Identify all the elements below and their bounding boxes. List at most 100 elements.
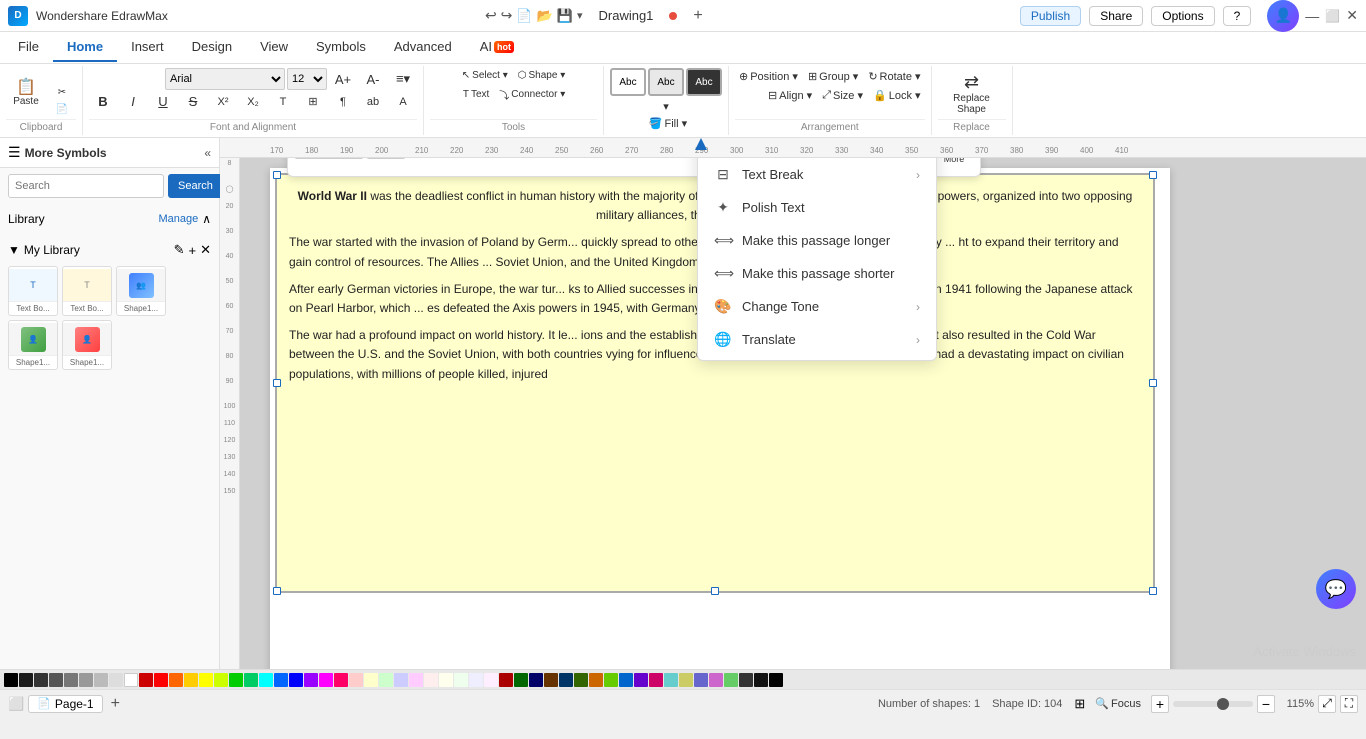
- page-tab-1[interactable]: 📄 Page-1: [28, 695, 102, 713]
- color-swatch-dark3[interactable]: [49, 673, 63, 687]
- color-swatch-teal2[interactable]: [559, 673, 573, 687]
- menu-item-tone[interactable]: 🎨 Change Tone ›: [698, 290, 936, 323]
- zoom-out-btn[interactable]: −: [1257, 695, 1275, 713]
- ft-text-layout[interactable]: ≡: [460, 158, 484, 159]
- ft-more-btn[interactable]: ⋯ More: [934, 158, 974, 172]
- ft-size-select[interactable]: 12: [366, 158, 406, 159]
- fill-btn[interactable]: 🪣 Fill ▾: [634, 115, 701, 132]
- tab-insert[interactable]: Insert: [117, 33, 178, 62]
- focus-btn[interactable]: 🔍 Focus: [1089, 697, 1147, 710]
- color-swatch-green[interactable]: [229, 673, 243, 687]
- ft-font-select[interactable]: Arial: [294, 158, 364, 159]
- new-button[interactable]: 📄: [516, 8, 532, 24]
- search-button[interactable]: Search: [168, 174, 223, 198]
- more-save-button[interactable]: ▾: [577, 9, 583, 22]
- color-swatch-dark1[interactable]: [19, 673, 33, 687]
- color-swatch-gray4[interactable]: [109, 673, 123, 687]
- open-button[interactable]: 📂: [537, 8, 553, 24]
- group-btn[interactable]: ⊞ Group ▾: [804, 68, 862, 85]
- color-swatch-orange2[interactable]: [184, 673, 198, 687]
- menu-item-polish[interactable]: ✦ Polish Text: [698, 191, 936, 224]
- color-swatch-crimson[interactable]: [649, 673, 663, 687]
- help-button[interactable]: ?: [1223, 6, 1252, 26]
- ft-strikethrough[interactable]: S: [571, 158, 595, 159]
- library-header[interactable]: Library Manage ∧: [8, 208, 211, 230]
- para-btn[interactable]: ¶: [329, 94, 357, 110]
- align-btn[interactable]: ≡▾: [389, 69, 417, 89]
- shape-button[interactable]: ⬡ Shape ▾: [514, 68, 569, 83]
- color-swatch-sky[interactable]: [619, 673, 633, 687]
- thumbnail-textbox2[interactable]: T Text Bo...: [62, 266, 112, 316]
- color-swatch-red1[interactable]: [139, 673, 153, 687]
- color-swatch-yellow-pale[interactable]: [439, 673, 453, 687]
- color-swatch-white[interactable]: [124, 673, 138, 687]
- color-swatch-dark5[interactable]: [754, 673, 768, 687]
- bold-btn[interactable]: B: [89, 92, 117, 111]
- color-swatch-purple2[interactable]: [319, 673, 333, 687]
- color-swatch-darkblue[interactable]: [529, 673, 543, 687]
- ai-chat-button[interactable]: 💬: [1316, 569, 1356, 609]
- maximize-button[interactable]: ⬜: [1325, 9, 1340, 23]
- color-swatch-dark4[interactable]: [739, 673, 753, 687]
- color-swatch-mauve[interactable]: [709, 673, 723, 687]
- canvas-icon-btn[interactable]: ⬜: [8, 696, 24, 712]
- subscript-btn[interactable]: X₂: [239, 94, 267, 110]
- ft-increase-font[interactable]: A+: [408, 158, 432, 159]
- ft-italic[interactable]: I: [519, 158, 543, 159]
- font-name-select[interactable]: Arial: [165, 68, 285, 90]
- handle-tl[interactable]: [273, 171, 281, 179]
- ft-list[interactable]: ⊟: [597, 158, 621, 159]
- tab-file[interactable]: File: [4, 33, 53, 62]
- handle-br[interactable]: [1149, 587, 1157, 595]
- color-swatch-teal1[interactable]: [244, 673, 258, 687]
- color-swatch-blue2[interactable]: [289, 673, 303, 687]
- replace-shape-button[interactable]: ⇄ Replace Shape: [938, 69, 1006, 117]
- increase-font-btn[interactable]: A+: [329, 70, 357, 89]
- fullscreen-btn[interactable]: ⛶: [1340, 695, 1358, 713]
- mylibrary-header[interactable]: ▼ My Library ✎ + ✕: [8, 238, 211, 262]
- color-swatch-gray1[interactable]: [64, 673, 78, 687]
- minimize-button[interactable]: —: [1305, 8, 1319, 24]
- tab-advanced[interactable]: Advanced: [380, 33, 466, 62]
- select-button[interactable]: ↖ Select ▾: [458, 68, 512, 83]
- ft-underline[interactable]: U: [545, 158, 569, 159]
- thumbnail-shape2[interactable]: 👤 Shape1...: [8, 320, 58, 370]
- menu-item-translate[interactable]: 🌐 Translate ›: [698, 323, 936, 356]
- position-btn[interactable]: ⊕ Position ▾: [735, 68, 802, 85]
- canvas-page[interactable]: World War II was the deadliest conflict …: [270, 168, 1170, 669]
- color-swatch-black[interactable]: [4, 673, 18, 687]
- color-swatch-yellow[interactable]: [199, 673, 213, 687]
- close-library-btn[interactable]: ✕: [200, 242, 211, 258]
- fit-page-btn[interactable]: ⤢: [1318, 695, 1336, 713]
- color-swatch-brown[interactable]: [544, 673, 558, 687]
- add-page-btn[interactable]: +: [111, 695, 120, 713]
- menu-item-shorter[interactable]: ⟺ Make this passage shorter: [698, 257, 936, 290]
- styles-expand-btn[interactable]: ▾: [610, 98, 722, 115]
- font-color-btn[interactable]: A: [389, 94, 417, 110]
- decrease-font-btn[interactable]: A-: [359, 70, 387, 89]
- size-btn[interactable]: ⤢ Size ▾: [818, 87, 867, 104]
- strikethrough-btn[interactable]: S: [179, 92, 207, 111]
- color-swatch-violet[interactable]: [634, 673, 648, 687]
- color-swatch-cyan[interactable]: [259, 673, 273, 687]
- color-swatch-mustard[interactable]: [679, 673, 693, 687]
- color-swatch-purple-light[interactable]: [409, 673, 423, 687]
- lock-btn[interactable]: 🔒 Lock ▾: [869, 87, 925, 104]
- color-swatch-yellow-light[interactable]: [364, 673, 378, 687]
- color-swatch-blue-pale[interactable]: [469, 673, 483, 687]
- handle-bc[interactable]: [711, 587, 719, 595]
- thumbnail-shape3[interactable]: 👤 Shape1...: [62, 320, 112, 370]
- zoom-slider-thumb[interactable]: [1217, 698, 1229, 710]
- edit-library-btn[interactable]: ✎: [174, 242, 185, 258]
- ft-bold[interactable]: B: [493, 158, 517, 159]
- color-swatch-green-pale[interactable]: [454, 673, 468, 687]
- ft-bullets[interactable]: •≡: [623, 158, 647, 159]
- style-block-2[interactable]: Abc: [648, 68, 684, 96]
- handle-bl[interactable]: [273, 587, 281, 595]
- underline-btn[interactable]: U: [149, 92, 177, 111]
- color-swatch-red2[interactable]: [154, 673, 168, 687]
- tab-home[interactable]: Home: [53, 33, 117, 62]
- copy-button[interactable]: 📄: [48, 102, 76, 117]
- handle-mr[interactable]: [1149, 379, 1157, 387]
- color-swatch-dark2[interactable]: [34, 673, 48, 687]
